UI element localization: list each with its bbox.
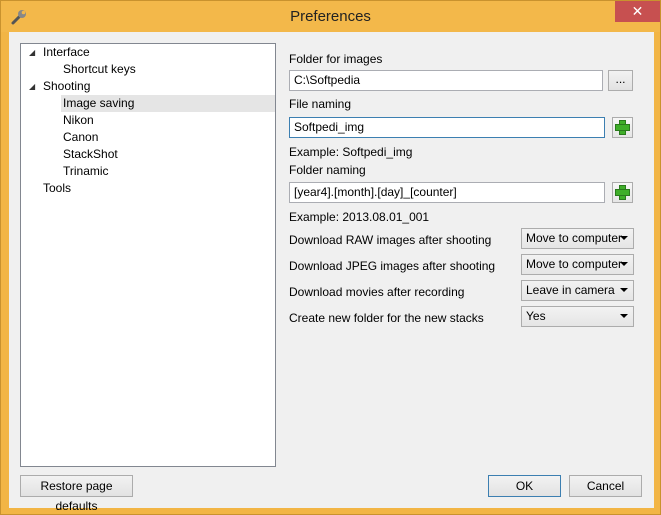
folder-images-label: Folder for images (289, 52, 383, 66)
movies-download-value: Leave in camera (526, 283, 615, 297)
ok-button[interactable]: OK (488, 475, 561, 497)
raw-download-select[interactable]: Move to computer (521, 228, 634, 249)
tree-item-label: Tools (43, 181, 72, 195)
tree-item-label: Image saving (63, 96, 135, 110)
settings-tree[interactable]: ◢ Interface Shortcut keys ◢ Shooting Ima… (20, 43, 276, 467)
jpeg-download-select[interactable]: Move to computer (521, 254, 634, 275)
tree-item-label: Shooting (43, 79, 91, 93)
tree-item-canon[interactable]: Canon (63, 129, 123, 146)
folder-naming-add-button[interactable] (612, 182, 633, 203)
tree-item-nikon[interactable]: Nikon (63, 112, 123, 129)
dialog-body: ◢ Interface Shortcut keys ◢ Shooting Ima… (9, 32, 654, 513)
tree-item-image-saving[interactable]: Image saving (61, 95, 275, 112)
new-stack-folder-label: Create new folder for the new stacks (289, 311, 484, 325)
new-stack-folder-value: Yes (526, 309, 546, 323)
raw-download-label: Download RAW images after shooting (289, 233, 492, 247)
tree-item-label: Interface (43, 45, 90, 59)
tree-item-interface[interactable]: Interface (43, 44, 103, 61)
movies-download-select[interactable]: Leave in camera (521, 280, 634, 301)
tree-item-shooting[interactable]: Shooting (43, 78, 103, 95)
file-naming-label: File naming (289, 97, 352, 111)
dropdown-arrow-icon (620, 288, 628, 292)
movies-download-label: Download movies after recording (289, 285, 465, 299)
preferences-window: Preferences ✕ ◢ Interface Shortcut keys … (0, 0, 661, 515)
browse-button[interactable]: ... (608, 70, 633, 91)
folder-naming-example: Example: 2013.08.01_001 (289, 210, 430, 224)
collapse-arrow-icon[interactable]: ◢ (29, 44, 39, 61)
folder-naming-label: Folder naming (289, 163, 366, 177)
plus-icon (615, 185, 630, 200)
plus-icon (615, 120, 630, 135)
folder-images-field[interactable]: C:\Softpedia (289, 70, 603, 91)
dropdown-arrow-icon (620, 236, 628, 240)
folder-naming-field[interactable]: [year4].[month].[day]_[counter] (289, 182, 605, 203)
raw-download-value: Move to computer (526, 231, 623, 245)
cancel-button[interactable]: Cancel (569, 475, 642, 497)
close-button[interactable]: ✕ (615, 1, 660, 22)
file-naming-add-button[interactable] (612, 117, 633, 138)
jpeg-download-label: Download JPEG images after shooting (289, 259, 496, 273)
tree-item-shortcut-keys[interactable]: Shortcut keys (63, 61, 153, 78)
tree-item-label: Canon (63, 130, 99, 144)
tree-item-label: Nikon (63, 113, 94, 127)
tree-item-stackshot[interactable]: StackShot (63, 146, 133, 163)
collapse-arrow-icon[interactable]: ◢ (29, 78, 39, 95)
restore-defaults-button[interactable]: Restore page defaults (20, 475, 133, 513)
dropdown-arrow-icon (620, 314, 628, 318)
window-title: Preferences (290, 8, 371, 25)
dropdown-arrow-icon (620, 262, 628, 266)
jpeg-download-value: Move to computer (526, 257, 623, 271)
new-stack-folder-select[interactable]: Yes (521, 306, 634, 327)
file-naming-example: Example: Softpedi_img (289, 145, 413, 159)
tree-item-tools[interactable]: Tools (43, 180, 93, 197)
tree-item-trinamic[interactable]: Trinamic (63, 163, 123, 180)
tree-item-label: Trinamic (63, 164, 109, 178)
tree-item-label: Shortcut keys (63, 62, 136, 76)
file-naming-field[interactable]: Softpedi_img (289, 117, 605, 138)
title-bar[interactable]: Preferences ✕ (1, 1, 660, 32)
tree-item-label: StackShot (63, 147, 118, 161)
